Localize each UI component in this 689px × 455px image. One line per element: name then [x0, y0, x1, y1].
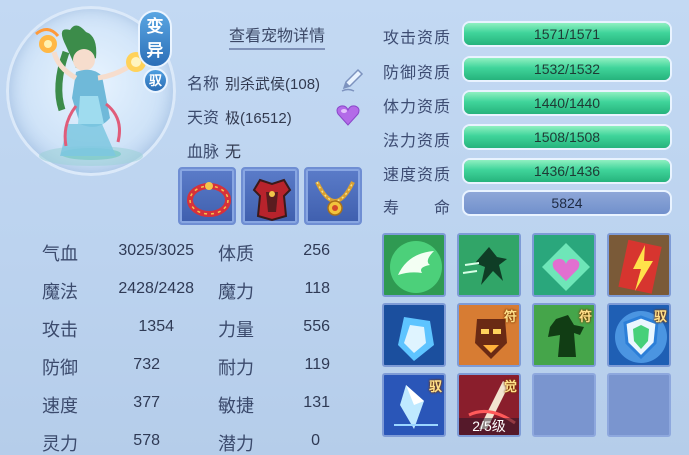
skill-slot-10[interactable]: 觉 2/5级	[457, 373, 521, 437]
skill-slot-4[interactable]	[607, 233, 671, 297]
attr-value-agility: 131	[303, 394, 330, 411]
pet-name: 别杀武侯(108)	[225, 76, 321, 93]
view-pet-detail-link[interactable]: 查看宠物详情	[229, 22, 326, 50]
skill-slot-7[interactable]: 符	[532, 303, 596, 367]
transform-badge: 变异	[138, 10, 172, 68]
aptitude-value-defense: 1532/1532	[533, 61, 601, 77]
ride-badge: 驭	[143, 68, 168, 93]
attr-value-hp: 3025/3025	[118, 242, 194, 259]
aptitude-label-magic: 法力资质	[383, 133, 452, 150]
attr-value-defense: 732	[133, 356, 160, 373]
skill-slot-empty-11[interactable]	[532, 373, 596, 437]
attr-label-mp: 魔法	[42, 282, 78, 302]
bloodline-row: 血脉无	[187, 138, 241, 162]
attr-label-spirit: 灵力	[42, 434, 78, 454]
skill-slot-2[interactable]	[457, 233, 521, 297]
aptitude-bar-speed: 1436/1436	[462, 158, 672, 184]
talent-value: 极(16512)	[225, 110, 292, 127]
attr-value-strength: 556	[303, 318, 330, 335]
attr-label-potential: 潜力	[218, 434, 254, 454]
red-bracelet-icon	[187, 182, 231, 217]
life-label: 寿 命	[383, 200, 452, 217]
skill-slot-9[interactable]: 驭	[382, 373, 446, 437]
attr-label-defense: 防御	[42, 358, 78, 378]
bloodline-value: 无	[225, 144, 242, 161]
wing-skill-icon	[384, 235, 444, 295]
red-armor-icon	[252, 178, 292, 222]
skill-grid: 符 符 驭 驭 觉 2/5级	[375, 224, 687, 442]
skill-slot-empty-12[interactable]	[607, 373, 671, 437]
aptitude-value-stamina: 1440/1440	[533, 95, 601, 111]
attr-value-spirit: 578	[133, 432, 160, 449]
attr-label-strength: 力量	[218, 320, 254, 340]
aptitude-value-speed: 1436/1436	[533, 163, 601, 179]
skill-slot-6[interactable]: 符	[457, 303, 521, 367]
dash-skill-icon	[459, 235, 519, 295]
aptitude-value-attack: 1571/1571	[533, 26, 601, 42]
skill-slot-1[interactable]	[382, 233, 446, 297]
attr-value-constitution: 256	[303, 242, 330, 259]
attr-value-attack: 1354	[138, 318, 174, 335]
skill-level-badge: 2/5级	[459, 418, 519, 435]
skill-tag: 符	[578, 309, 592, 324]
skill-slot-5[interactable]	[382, 303, 446, 367]
pet-detail-panel: 变异 驭 查看宠物详情 名称别杀武侯(108) 天资极(16512) 血脉无	[0, 0, 689, 455]
skill-tag: 觉	[503, 379, 517, 394]
life-value: 5824	[551, 195, 583, 211]
attr-value-endurance: 119	[304, 356, 330, 373]
rename-pencil-icon[interactable]	[338, 66, 366, 94]
attr-label-magic: 魔力	[218, 282, 254, 302]
attr-value-speed: 377	[133, 394, 160, 411]
aptitude-label-speed: 速度资质	[383, 167, 452, 184]
equipment-slot-1[interactable]	[178, 167, 236, 225]
skill-tag: 驭	[653, 309, 667, 324]
aptitude-bar-attack: 1571/1571	[462, 21, 672, 47]
attr-value-mp: 2428/2428	[118, 280, 194, 297]
aptitude-value-magic: 1508/1508	[533, 129, 601, 145]
ice-shield-skill-icon	[384, 305, 444, 365]
attr-label-endurance: 耐力	[218, 358, 254, 378]
attr-label-agility: 敏捷	[218, 396, 254, 416]
talent-label: 天资	[187, 110, 220, 127]
aptitude-bar-magic: 1508/1508	[462, 124, 672, 150]
aptitude-label-attack: 攻击资质	[383, 30, 452, 47]
attr-value-potential: 0	[311, 432, 320, 449]
attr-label-constitution: 体质	[218, 244, 254, 264]
pet-name-row: 名称 别杀武侯(108)	[187, 70, 320, 94]
attr-label-speed: 速度	[42, 396, 78, 416]
gold-necklace-icon	[315, 181, 355, 216]
attr-label-hp: 气血	[42, 244, 78, 264]
attr-value-magic: 118	[304, 280, 330, 297]
skill-slot-8[interactable]: 驭	[607, 303, 671, 367]
name-label: 名称	[187, 76, 220, 93]
skill-slot-3[interactable]	[532, 233, 596, 297]
life-bar: 5824	[462, 190, 672, 216]
equipment-slot-3[interactable]	[304, 167, 362, 225]
heart-skill-icon	[534, 235, 594, 295]
talent-row: 天资 极(16512)	[187, 104, 292, 128]
aptitude-bar-defense: 1532/1532	[462, 56, 672, 82]
attr-label-attack: 攻击	[42, 320, 78, 340]
equipment-slot-2[interactable]	[241, 167, 299, 225]
skill-tag: 驭	[428, 379, 442, 394]
aptitude-bar-stamina: 1440/1440	[462, 90, 672, 116]
aptitude-label-defense: 防御资质	[383, 65, 452, 82]
heart-icon[interactable]	[336, 104, 360, 126]
lightning-card-skill-icon	[609, 235, 669, 295]
aptitude-label-stamina: 体力资质	[383, 99, 452, 116]
skill-tag: 符	[503, 309, 517, 324]
bloodline-label: 血脉	[187, 144, 220, 161]
